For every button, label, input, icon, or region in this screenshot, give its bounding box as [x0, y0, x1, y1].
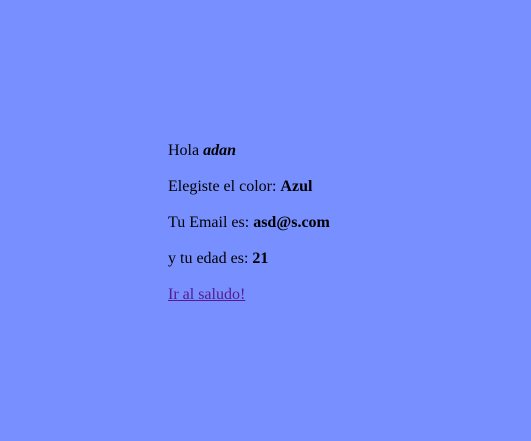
email-value: asd@s.com — [253, 214, 330, 231]
color-line: Elegiste el color: Azul — [168, 178, 330, 196]
color-value: Azul — [280, 178, 313, 195]
link-line: Ir al saludo! — [168, 286, 330, 304]
email-label: Tu Email es: — [168, 214, 254, 231]
age-label: y tu edad es: — [168, 250, 253, 267]
email-line: Tu Email es: asd@s.com — [168, 214, 330, 232]
greeting-prefix: Hola — [168, 142, 204, 159]
result-panel: Hola adan Elegiste el color: Azul Tu Ema… — [168, 142, 330, 322]
go-to-greeting-link[interactable]: Ir al saludo! — [168, 286, 245, 303]
age-value: 21 — [252, 250, 269, 267]
greeting-line: Hola adan — [168, 142, 330, 160]
page: { "greeting": { "prefix": "Hola ", "name… — [0, 0, 531, 441]
user-name: adan — [203, 142, 237, 159]
age-line: y tu edad es: 21 — [168, 250, 330, 268]
color-label: Elegiste el color: — [168, 178, 281, 195]
